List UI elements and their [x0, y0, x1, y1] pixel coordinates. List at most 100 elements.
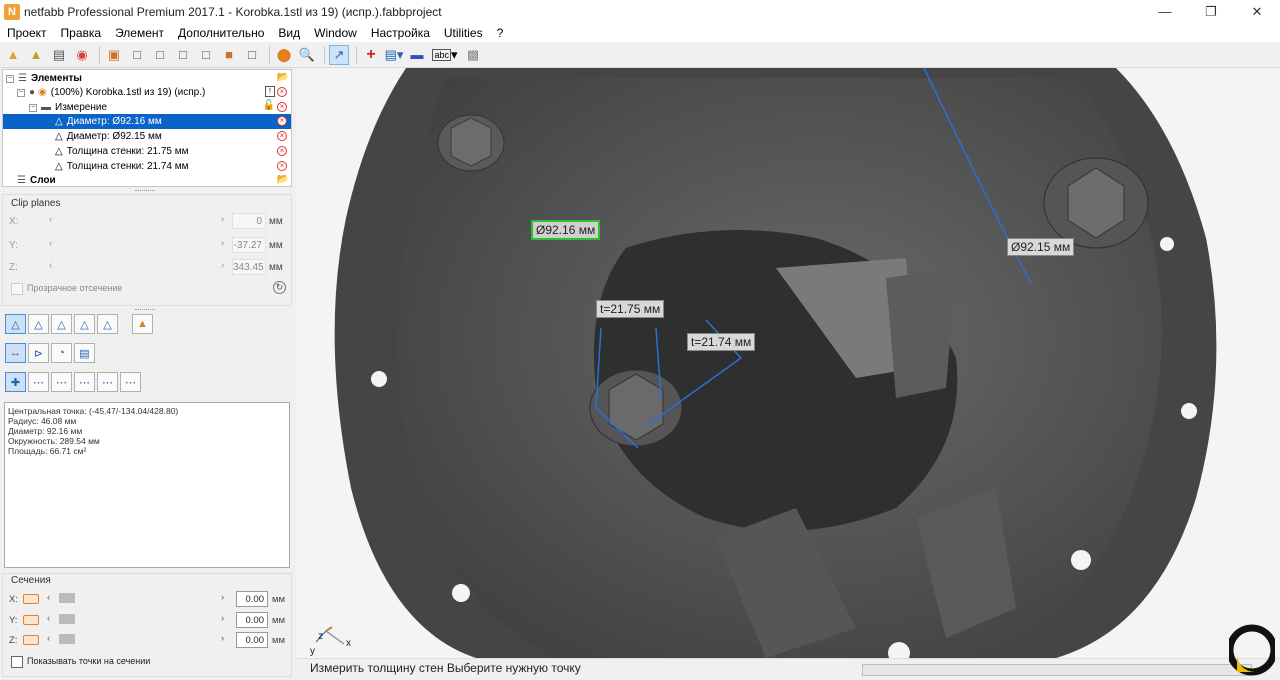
remove-icon[interactable]: ×: [277, 116, 287, 126]
remove-icon[interactable]: ×: [277, 161, 287, 171]
slider-left-arrow[interactable]: ‹: [49, 238, 52, 249]
folder-icon[interactable]: 📂: [277, 72, 289, 83]
measure-dropdown-icon[interactable]: ▤▾: [384, 45, 404, 65]
menu-utilities[interactable]: Utilities: [437, 26, 490, 40]
transparent-cut-checkbox[interactable]: [11, 283, 23, 295]
slider-knob[interactable]: [59, 634, 75, 644]
view-top-icon[interactable]: □: [196, 45, 216, 65]
tree-item-diameter-2[interactable]: △ Диаметр: Ø92.15 мм ×: [3, 129, 291, 144]
select-cursor-icon[interactable]: ↗: [329, 44, 349, 65]
menu-help[interactable]: ?: [490, 26, 511, 40]
slider-knob[interactable]: [59, 614, 75, 624]
lock-icon[interactable]: 🔓: [263, 100, 275, 111]
menu-settings[interactable]: Настройка: [364, 26, 437, 40]
shading-icon[interactable]: ⬤: [274, 45, 294, 65]
menu-window[interactable]: Window: [307, 26, 364, 40]
splitter-grip[interactable]: [135, 309, 155, 311]
show-section-points-checkbox[interactable]: [11, 656, 23, 668]
save-icon[interactable]: ▤: [49, 45, 69, 65]
measure-surface-icon[interactable]: △: [74, 314, 95, 334]
visibility-dot-icon[interactable]: ●: [29, 87, 35, 98]
remove-icon[interactable]: ×: [277, 102, 287, 112]
section-x-input[interactable]: 0.00: [236, 591, 268, 607]
tree-part[interactable]: − ● ◉ (100%) Korobka.1stl из 19) (испр.)…: [3, 85, 291, 100]
splitter-grip[interactable]: [135, 190, 155, 192]
snap-free-icon[interactable]: ⋯: [120, 372, 141, 392]
thickness-label-1[interactable]: t=21.75 мм: [596, 300, 665, 318]
measure-triangle-icon[interactable]: △: [51, 314, 72, 334]
menu-project[interactable]: Проект: [0, 26, 54, 40]
circle-tool-icon[interactable]: ◔: [51, 343, 72, 363]
tree-root[interactable]: − ☰ Элементы 📂: [3, 71, 291, 86]
info-badge-icon[interactable]: !: [265, 86, 275, 97]
clip-z-value[interactable]: 343.45: [232, 259, 266, 275]
minimize-button[interactable]: —: [1142, 0, 1188, 23]
close-button[interactable]: ✕: [1234, 0, 1280, 23]
menu-element[interactable]: Элемент: [108, 26, 171, 40]
slider-right-arrow[interactable]: ›: [221, 592, 224, 603]
open-project-icon[interactable]: ▲: [3, 45, 23, 65]
measure-edge-icon[interactable]: △: [28, 314, 49, 334]
remove-icon[interactable]: ×: [277, 146, 287, 156]
view-front-icon[interactable]: ▣: [104, 45, 124, 65]
section-plane-icon[interactable]: [23, 615, 39, 625]
slider-right-arrow[interactable]: ›: [221, 214, 224, 225]
export-icon[interactable]: ◉: [72, 45, 92, 65]
tree-layers[interactable]: ☰ Слои 📂: [3, 173, 291, 188]
view-back-icon[interactable]: □: [127, 45, 147, 65]
snap-center-icon[interactable]: ⋯: [74, 372, 95, 392]
print-icon[interactable]: ▩: [463, 45, 483, 65]
snap-plane-icon[interactable]: ⋯: [97, 372, 118, 392]
view-iso-icon[interactable]: □: [242, 45, 262, 65]
slider-knob[interactable]: [59, 593, 75, 603]
diameter-label-1[interactable]: Ø92.16 мм: [531, 220, 601, 240]
angle-tool-icon[interactable]: ⊳: [28, 343, 49, 363]
zoom-icon[interactable]: 🔍: [297, 45, 317, 65]
section-plane-icon[interactable]: [23, 594, 39, 604]
measure-point-icon[interactable]: △: [5, 314, 26, 334]
section-plane-icon[interactable]: [23, 635, 39, 645]
remove-icon[interactable]: ×: [277, 87, 287, 97]
tree-item-thickness-2[interactable]: △ Толщина стенки: 21.74 мм ×: [3, 159, 291, 174]
tree-item-thickness-1[interactable]: △ Толщина стенки: 21.75 мм ×: [3, 144, 291, 159]
snap-point-icon[interactable]: ✚: [5, 372, 26, 392]
diameter-label-2[interactable]: Ø92.15 мм: [1007, 238, 1075, 256]
slider-right-arrow[interactable]: ›: [221, 238, 224, 249]
slider-right-arrow[interactable]: ›: [221, 260, 224, 271]
reset-clip-icon[interactable]: ↻: [273, 281, 286, 294]
label-abc-icon[interactable]: abc ▾: [430, 45, 460, 65]
model-render[interactable]: [296, 68, 1280, 658]
snap-edge-icon[interactable]: ⋯: [28, 372, 49, 392]
folder-icon[interactable]: 📂: [277, 174, 289, 185]
export-measure-icon[interactable]: ▲: [132, 314, 153, 334]
add-part-icon[interactable]: ▲: [26, 45, 46, 65]
ruler-icon[interactable]: ▬: [407, 45, 427, 65]
slider-left-arrow[interactable]: ‹: [49, 214, 52, 225]
restore-button[interactable]: ❐: [1188, 0, 1234, 23]
remove-icon[interactable]: ×: [277, 131, 287, 141]
view-bottom-icon[interactable]: ■: [219, 45, 239, 65]
slider-left-arrow[interactable]: ‹: [47, 613, 50, 624]
collapse-icon[interactable]: −: [6, 74, 14, 83]
slider-left-arrow[interactable]: ‹: [49, 260, 52, 271]
clip-x-value[interactable]: 0: [232, 213, 266, 229]
thickness-label-2[interactable]: t=21.74 мм: [687, 333, 756, 351]
collapse-icon[interactable]: −: [29, 103, 37, 112]
collapse-icon[interactable]: −: [17, 88, 25, 97]
menu-extras[interactable]: Дополнительно: [171, 26, 271, 40]
slider-right-arrow[interactable]: ›: [221, 633, 224, 644]
distance-tool-icon[interactable]: ↔: [5, 343, 26, 363]
section-y-input[interactable]: 0.00: [236, 612, 268, 628]
section-z-input[interactable]: 0.00: [236, 632, 268, 648]
view-left-icon[interactable]: □: [150, 45, 170, 65]
menu-edit[interactable]: Правка: [54, 26, 109, 40]
tree-item-diameter-1[interactable]: △ Диаметр: Ø92.16 мм ×: [3, 114, 291, 129]
repair-cross-icon[interactable]: +: [361, 45, 381, 65]
clip-y-value[interactable]: -37.27: [232, 237, 266, 253]
snap-mid-icon[interactable]: ⋯: [51, 372, 72, 392]
slider-left-arrow[interactable]: ‹: [47, 633, 50, 644]
3d-viewport[interactable]: Ø92.16 мм Ø92.15 мм t=21.75 мм t=21.74 м…: [296, 68, 1280, 658]
measure-shell-icon[interactable]: △: [97, 314, 118, 334]
slider-left-arrow[interactable]: ‹: [47, 592, 50, 603]
tree-group[interactable]: − ▬ Измерение 🔓 ×: [3, 100, 291, 115]
